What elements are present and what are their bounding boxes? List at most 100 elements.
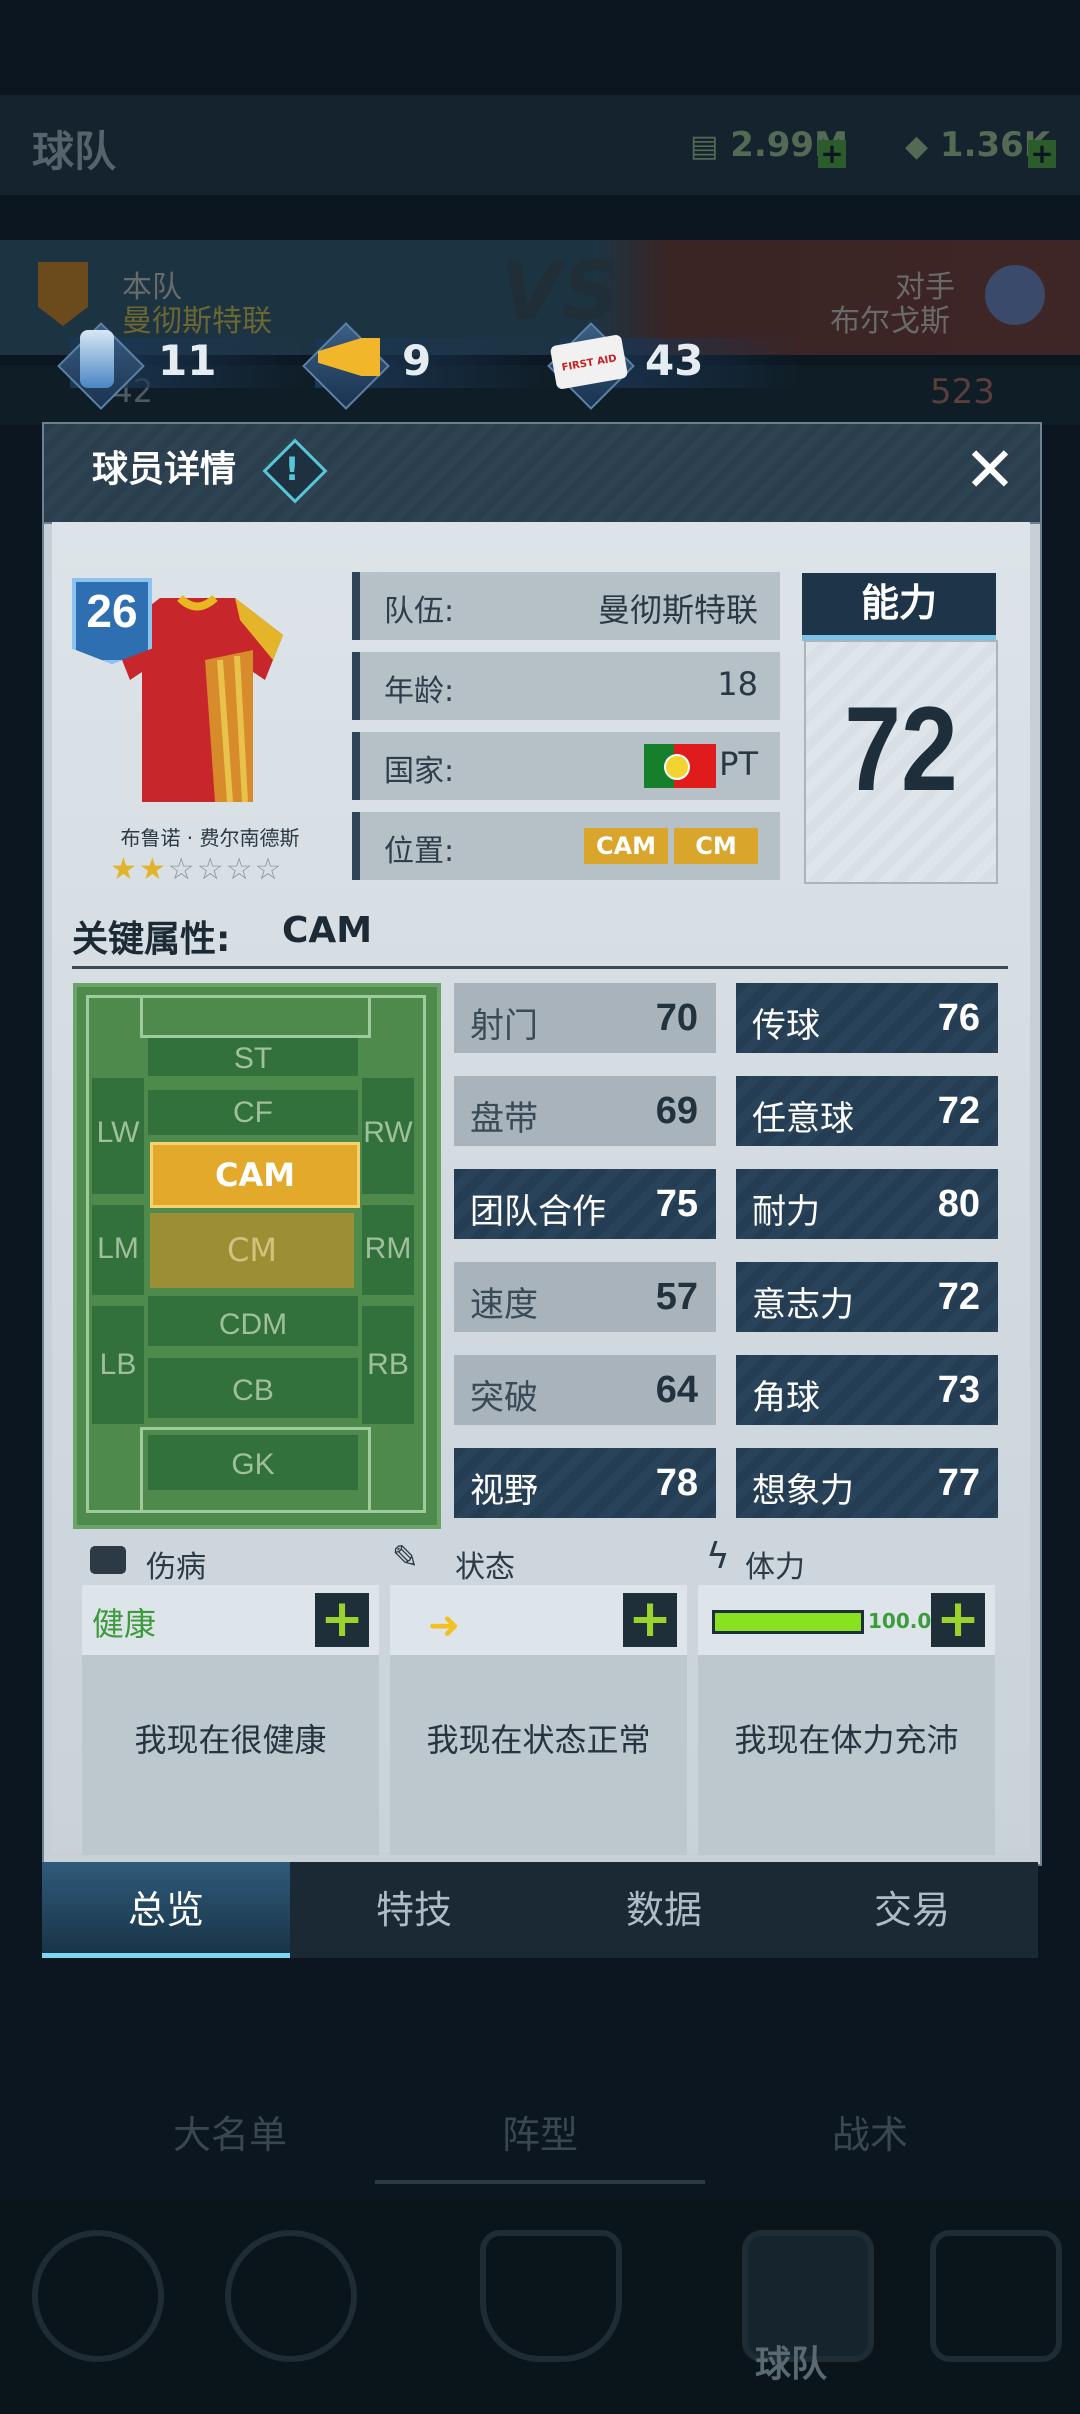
confetti-icon: ✎ — [392, 1538, 419, 1576]
subtab-roster: 大名单 — [172, 2113, 287, 2157]
injury-description: 我现在很健康 — [134, 1721, 327, 1759]
attr-value: 78 — [655, 1462, 698, 1504]
first-aid-count: 43 — [645, 336, 704, 385]
divider — [72, 966, 1008, 969]
energy-drink-count: 11 — [158, 336, 217, 385]
position-label: 位置: — [384, 834, 455, 869]
team-row: 队伍: 曼彻斯特联 — [352, 572, 780, 640]
away-rating: 523 — [930, 372, 995, 412]
attr-passing: 传球 76 — [736, 983, 998, 1053]
home-team-name: 曼彻斯特联 — [122, 304, 272, 339]
pitch-pos-rm: RM — [364, 1232, 412, 1265]
pitch-pos-rb: RB — [367, 1348, 409, 1381]
ability-label: 能力 — [802, 573, 996, 641]
attr-label: 角球 — [752, 1378, 820, 1418]
team-label: 队伍: — [384, 594, 455, 629]
attr-label: 盘带 — [470, 1099, 538, 1139]
nav-label-team: 球队 — [755, 2344, 828, 2385]
attr-free-kick: 任意球 72 — [736, 1076, 998, 1146]
position-chip-cm: CM — [674, 828, 758, 864]
modal-title: 球员详情 — [92, 449, 237, 490]
attr-value: 73 — [937, 1369, 980, 1411]
background-page-title: 球队 — [32, 127, 117, 176]
age-value: 18 — [717, 665, 758, 703]
arrow-right-icon: ➜ — [428, 1603, 460, 1647]
attr-value: 57 — [655, 1276, 698, 1318]
attr-label: 射门 — [470, 1006, 538, 1046]
attr-vision: 视野 78 — [454, 1448, 716, 1518]
pitch-pos-cdm: CDM — [218, 1308, 288, 1341]
first-aid-label: FIRST AID — [560, 353, 618, 374]
attr-value: 72 — [937, 1276, 980, 1318]
add-form-button[interactable]: + — [623, 1593, 677, 1647]
country-label: 国家: — [384, 754, 455, 789]
form-card: ➜ + 我现在状态正常 — [390, 1585, 687, 1855]
tab-stats[interactable]: 数据 — [540, 1862, 788, 1958]
stamina-status-bar: 100.0% + — [698, 1585, 995, 1655]
position-chip-cam: CAM — [584, 828, 668, 864]
drink-can-icon — [80, 330, 114, 388]
attr-label: 意志力 — [752, 1285, 854, 1325]
attr-value: 70 — [655, 997, 698, 1039]
injury-status-bar: 健康 + — [82, 1585, 379, 1655]
attr-value: 77 — [937, 1462, 980, 1504]
attr-willpower: 意志力 72 — [736, 1262, 998, 1332]
tab-trade[interactable]: 交易 — [788, 1862, 1036, 1958]
tab-skills[interactable]: 特技 — [290, 1862, 538, 1958]
age-label: 年龄: — [384, 674, 455, 709]
add-coins-button: + — [818, 140, 846, 168]
injury-status: 健康 — [92, 1605, 157, 1643]
attr-value: 69 — [655, 1090, 698, 1132]
star-rating: ★★☆☆☆☆ — [110, 852, 283, 887]
country-value: PT — [719, 745, 758, 783]
megaphone-count: 9 — [402, 336, 432, 385]
away-crest-icon — [985, 265, 1045, 325]
age-row: 年龄: 18 — [352, 652, 780, 720]
pitch-pos-gk: GK — [231, 1448, 275, 1481]
cash-icon: ▤ — [690, 129, 719, 164]
diamond-icon: ◆ — [905, 129, 929, 164]
add-stamina-button[interactable]: + — [931, 1593, 985, 1647]
pitch-pos-cm: CM — [150, 1213, 354, 1288]
close-button[interactable]: ✕ — [960, 439, 1020, 501]
pitch-pos-cf: CF — [233, 1096, 273, 1129]
globe-nav-icon — [225, 2230, 357, 2362]
attr-stamina: 耐力 80 — [736, 1169, 998, 1239]
pitch-pos-lb: LB — [99, 1348, 137, 1381]
key-attributes-position: CAM — [282, 910, 373, 951]
injury-card: 健康 + 我现在很健康 — [82, 1585, 379, 1855]
attr-value: 72 — [937, 1090, 980, 1132]
shirt-number: 26 — [86, 585, 138, 637]
stamina-progress-bar — [712, 1610, 864, 1634]
attr-value: 80 — [937, 1183, 980, 1225]
medical-bag-icon — [90, 1546, 126, 1574]
vs-label: VS — [500, 245, 620, 338]
info-icon-mark: ! — [284, 450, 300, 488]
form-status-bar: ➜ + — [390, 1585, 687, 1655]
attr-shooting: 射门 70 — [454, 983, 716, 1053]
country-row: 国家: PT — [352, 732, 780, 800]
lightning-icon: ϟ — [706, 1536, 730, 1577]
pitch-pos-lm: LM — [97, 1232, 139, 1265]
attr-dribbling: 盘带 69 — [454, 1076, 716, 1146]
attr-speed: 速度 57 — [454, 1262, 716, 1332]
add-injury-button[interactable]: + — [315, 1593, 369, 1647]
position-row: 位置: CAM CM — [352, 812, 780, 880]
attr-teamwork: 团队合作 75 — [454, 1169, 716, 1239]
attr-label: 视野 — [470, 1471, 538, 1511]
trophy-nav-icon — [32, 2230, 164, 2362]
stamina-card: 100.0% + 我现在体力充沛 — [698, 1585, 995, 1855]
tab-overview[interactable]: 总览 — [42, 1862, 290, 1958]
team-value: 曼彻斯特联 — [597, 591, 758, 629]
pitch-pos-cam: CAM — [150, 1142, 360, 1208]
form-label: 状态 — [455, 1550, 515, 1585]
player-name: 布鲁诺 · 费尔南德斯 — [120, 826, 300, 850]
pitch-pos-rw: RW — [363, 1116, 413, 1149]
scoreboard-nav-icon — [930, 2230, 1062, 2362]
attr-corner: 角球 73 — [736, 1355, 998, 1425]
shield-nav-icon — [480, 2230, 622, 2362]
injury-label: 伤病 — [146, 1550, 206, 1585]
key-attributes-label: 关键属性: — [72, 919, 231, 960]
attr-value: 76 — [937, 997, 980, 1039]
attr-breakthrough: 突破 64 — [454, 1355, 716, 1425]
